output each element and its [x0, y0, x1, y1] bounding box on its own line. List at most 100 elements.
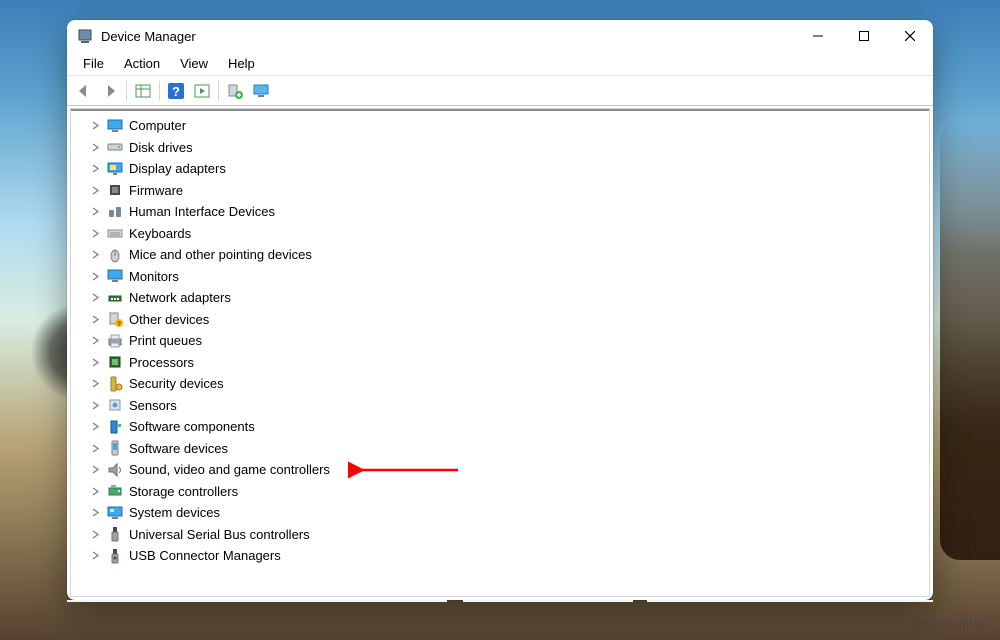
chevron-right-icon[interactable]	[89, 550, 101, 562]
tree-node-label: Computer	[129, 118, 186, 133]
add-legacy-button[interactable]	[223, 79, 247, 103]
chevron-right-icon[interactable]	[89, 335, 101, 347]
chevron-right-icon[interactable]	[89, 421, 101, 433]
tree-node[interactable]: Firmware	[73, 180, 929, 202]
tree-node[interactable]: Monitors	[73, 266, 929, 288]
softdev-icon	[107, 440, 123, 456]
tree-node-label: Processors	[129, 355, 194, 370]
tree-node-label: Sound, video and game controllers	[129, 462, 330, 477]
firmware-icon	[107, 182, 123, 198]
tree-node-label: Print queues	[129, 333, 202, 348]
chevron-right-icon[interactable]	[89, 528, 101, 540]
tree-node-label: Sensors	[129, 398, 177, 413]
chevron-right-icon[interactable]	[89, 313, 101, 325]
tree-node[interactable]: Software devices	[73, 438, 929, 460]
tree-node-label: Other devices	[129, 312, 209, 327]
titlebar[interactable]: Device Manager	[67, 20, 933, 52]
chevron-right-icon[interactable]	[89, 399, 101, 411]
tree-node[interactable]: Keyboards	[73, 223, 929, 245]
usbconn-icon	[107, 548, 123, 564]
menu-file[interactable]: File	[73, 54, 114, 73]
menubar: File Action View Help	[67, 52, 933, 76]
tree-node[interactable]: Processors	[73, 352, 929, 374]
tree-node-label: System devices	[129, 505, 220, 520]
toolbar: ?	[67, 76, 933, 106]
menu-view[interactable]: View	[170, 54, 218, 73]
tree-node[interactable]: Software components	[73, 416, 929, 438]
monitor-icon	[107, 268, 123, 284]
help-button[interactable]: ?	[164, 79, 188, 103]
tree-node[interactable]: Storage controllers	[73, 481, 929, 503]
forward-button[interactable]	[98, 79, 122, 103]
tree-node-label: Human Interface Devices	[129, 204, 275, 219]
tree-node[interactable]: Disk drives	[73, 137, 929, 159]
chevron-right-icon[interactable]	[89, 507, 101, 519]
software-icon	[107, 419, 123, 435]
tree-node[interactable]: Human Interface Devices	[73, 201, 929, 223]
tree-node[interactable]: Computer	[73, 115, 929, 137]
scan-hardware-button[interactable]	[190, 79, 214, 103]
chevron-right-icon[interactable]	[89, 120, 101, 132]
chevron-right-icon[interactable]	[89, 292, 101, 304]
tree-node-label: Display adapters	[129, 161, 226, 176]
chevron-right-icon[interactable]	[89, 270, 101, 282]
display-icon	[107, 161, 123, 177]
tree-node[interactable]: USB Connector Managers	[73, 545, 929, 567]
menu-help[interactable]: Help	[218, 54, 265, 73]
tree-node-label: Storage controllers	[129, 484, 238, 499]
show-hidden-button[interactable]	[131, 79, 155, 103]
hid-icon	[107, 204, 123, 220]
printer-icon	[107, 333, 123, 349]
tree-node[interactable]: Display adapters	[73, 158, 929, 180]
app-icon	[77, 28, 93, 44]
window-bottom-border	[67, 600, 933, 624]
chevron-right-icon[interactable]	[89, 485, 101, 497]
back-button[interactable]	[72, 79, 96, 103]
tree-node[interactable]: Sound, video and game controllers	[73, 459, 929, 481]
chevron-right-icon[interactable]	[89, 442, 101, 454]
tree-node[interactable]: Security devices	[73, 373, 929, 395]
chevron-right-icon[interactable]	[89, 378, 101, 390]
device-tree[interactable]: Computer Disk drives Display adapters Firmw…	[71, 111, 929, 596]
storage-icon	[107, 483, 123, 499]
disk-icon	[107, 139, 123, 155]
tree-node-label: Software components	[129, 419, 255, 434]
svg-text:?: ?	[172, 84, 180, 99]
menu-action[interactable]: Action	[114, 54, 170, 73]
device-manager-window: Device Manager File Action View Help	[67, 20, 933, 600]
usb-icon	[107, 526, 123, 542]
sensor-icon	[107, 397, 123, 413]
keyboard-icon	[107, 225, 123, 241]
chevron-right-icon[interactable]	[89, 227, 101, 239]
system-icon	[107, 505, 123, 521]
tree-node-label: Mice and other pointing devices	[129, 247, 312, 262]
tree-node[interactable]: Print queues	[73, 330, 929, 352]
tree-node[interactable]: ? Other devices	[73, 309, 929, 331]
close-button[interactable]	[887, 20, 933, 52]
other-icon: ?	[107, 311, 123, 327]
monitor-button[interactable]	[249, 79, 273, 103]
tree-node[interactable]: Sensors	[73, 395, 929, 417]
network-icon	[107, 290, 123, 306]
tree-node-label: Software devices	[129, 441, 228, 456]
chevron-right-icon[interactable]	[89, 249, 101, 261]
chevron-right-icon[interactable]	[89, 163, 101, 175]
chevron-right-icon[interactable]	[89, 184, 101, 196]
tree-node[interactable]: Network adapters	[73, 287, 929, 309]
tree-node-label: Network adapters	[129, 290, 231, 305]
tree-node-label: Keyboards	[129, 226, 191, 241]
maximize-button[interactable]	[841, 20, 887, 52]
toolbar-separator	[159, 81, 160, 101]
chevron-right-icon[interactable]	[89, 206, 101, 218]
chevron-right-icon[interactable]	[89, 141, 101, 153]
tree-node[interactable]: Mice and other pointing devices	[73, 244, 929, 266]
tree-node-label: Security devices	[129, 376, 224, 391]
tree-node[interactable]: System devices	[73, 502, 929, 524]
tree-node-label: USB Connector Managers	[129, 548, 281, 563]
tree-node[interactable]: Universal Serial Bus controllers	[73, 524, 929, 546]
chevron-right-icon[interactable]	[89, 464, 101, 476]
minimize-button[interactable]	[795, 20, 841, 52]
window-title: Device Manager	[101, 29, 196, 44]
computer-icon	[107, 118, 123, 134]
chevron-right-icon[interactable]	[89, 356, 101, 368]
